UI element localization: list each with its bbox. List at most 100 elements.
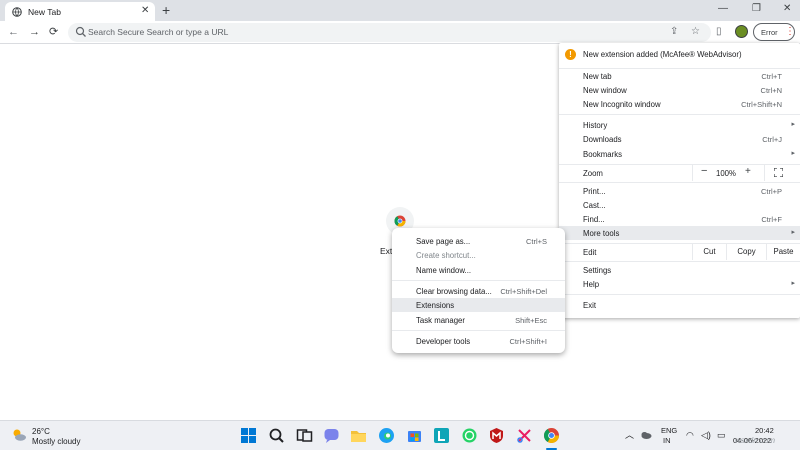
menu-item-exit[interactable]: Exit	[559, 298, 800, 312]
banner-text: New extension added (McAfee® WebAdvisor)	[583, 50, 742, 59]
edge-icon[interactable]	[378, 427, 395, 444]
zoom-label: Zoom	[583, 169, 603, 178]
submenu-item-label: Developer tools	[416, 337, 471, 346]
submenu-item-name-window[interactable]: Name window...	[392, 263, 565, 277]
menu-item-settings[interactable]: Settings	[559, 263, 800, 277]
menu-item-label: New tab	[583, 72, 612, 81]
tray-chevron-icon[interactable]: ︿	[625, 430, 634, 440]
copy-button[interactable]: Copy	[726, 244, 766, 260]
menu-divider	[559, 261, 800, 262]
menu-item-bookmarks[interactable]: Bookmarks ▸	[559, 147, 800, 161]
search-icon	[75, 26, 86, 37]
menu-item-shortcut: Ctrl+N	[760, 86, 782, 95]
menu-item-label: History	[583, 121, 608, 130]
menu-divider	[559, 294, 800, 295]
chat-icon[interactable]	[323, 427, 340, 444]
menu-item-help[interactable]: Help ▸	[559, 277, 800, 291]
menu-item-label: More tools	[583, 229, 620, 238]
chrome-menu: ! New extension added (McAfee® WebAdviso…	[559, 43, 800, 318]
submenu-item-task-manager[interactable]: Task manager Shift+Esc	[392, 313, 565, 327]
submenu-item-extensions[interactable]: Extensions	[392, 298, 565, 312]
clock-time[interactable]: 20:42	[755, 426, 774, 435]
task-view-icon[interactable]	[296, 427, 313, 444]
submenu-item-clear-browsing-data[interactable]: Clear browsing data... Ctrl+Shift+Del	[392, 284, 565, 298]
profile-avatar[interactable]	[735, 25, 748, 38]
paste-button[interactable]: Paste	[766, 244, 800, 260]
zoom-value: 100%	[716, 169, 736, 178]
onedrive-icon[interactable]	[640, 430, 652, 440]
submenu-arrow-icon: ▸	[791, 229, 795, 236]
zoom-out-button[interactable]: −	[692, 165, 716, 181]
menu-dots-icon: ⋮	[785, 26, 795, 37]
submenu-arrow-icon: ▸	[791, 150, 795, 157]
partly-cloudy-icon[interactable]	[11, 427, 27, 443]
volume-icon[interactable]: ◁)	[701, 430, 711, 440]
edit-row: Edit Cut Copy Paste	[559, 244, 800, 260]
fullscreen-button[interactable]	[764, 165, 800, 181]
zoom-row: Zoom − 100% +	[559, 165, 800, 181]
submenu-item-developer-tools[interactable]: Developer tools Ctrl+Shift+I	[392, 334, 565, 348]
back-icon[interactable]: ←	[8, 25, 19, 39]
submenu-divider	[392, 330, 565, 331]
menu-item-downloads[interactable]: Downloads Ctrl+J	[559, 132, 800, 146]
menu-item-history[interactable]: History ▸	[559, 118, 800, 132]
side-panel-icon[interactable]: ▯	[716, 25, 722, 38]
menu-item-new-window[interactable]: New window Ctrl+N	[559, 83, 800, 97]
new-tab-button[interactable]: +	[162, 2, 170, 18]
cut-button[interactable]: Cut	[692, 244, 726, 260]
close-tab-icon[interactable]: ✕	[141, 5, 149, 17]
warning-icon: !	[565, 49, 576, 60]
submenu-arrow-icon: ▸	[791, 280, 795, 287]
minimize-icon[interactable]: —	[718, 3, 728, 15]
app-l-icon[interactable]	[433, 427, 450, 444]
reload-icon[interactable]: ⟳	[49, 25, 58, 39]
search-icon[interactable]	[268, 427, 285, 444]
microsoft-store-icon[interactable]	[406, 427, 423, 444]
more-tools-submenu: Save page as... Ctrl+S Create shortcut..…	[392, 228, 565, 353]
share-icon[interactable]: ⇪	[670, 26, 678, 38]
submenu-item-label: Save page as...	[416, 237, 471, 246]
restore-icon[interactable]: ❐	[752, 3, 761, 15]
menu-item-new-tab[interactable]: New tab Ctrl+T	[559, 69, 800, 83]
close-window-icon[interactable]: ✕	[783, 3, 791, 15]
menu-item-find[interactable]: Find... Ctrl+F	[559, 212, 800, 226]
menu-item-label: Find...	[583, 215, 605, 224]
chrome-taskbar-icon[interactable]	[543, 427, 560, 444]
tab-new-tab[interactable]: New Tab ✕	[5, 2, 155, 21]
menu-item-print[interactable]: Print... Ctrl+P	[559, 184, 800, 198]
windows-start-icon[interactable]	[240, 427, 257, 444]
toolbar: ← → ⟳ Search Secure Search or type a URL…	[0, 21, 800, 44]
forward-icon[interactable]: →	[29, 25, 40, 39]
menu-item-new-incognito-window[interactable]: New Incognito window Ctrl+Shift+N	[559, 97, 800, 111]
bookmark-star-icon[interactable]: ☆	[691, 26, 700, 38]
tab-strip: New Tab ✕ + — ❐ ✕	[0, 0, 800, 21]
zoom-in-button[interactable]: +	[745, 166, 751, 177]
globe-icon	[12, 7, 22, 17]
menu-item-label: Cast...	[583, 201, 606, 210]
menu-item-label: New Incognito window	[583, 100, 661, 109]
menu-item-label: Print...	[583, 187, 606, 196]
menu-item-cast[interactable]: Cast...	[559, 198, 800, 212]
extension-added-banner[interactable]: ! New extension added (McAfee® WebAdviso…	[559, 43, 800, 67]
whatsapp-icon[interactable]	[461, 427, 478, 444]
taskbar: 26°C Mostly cloudy ︿ ENG IN ◠ ◁) ▭ 20:42…	[0, 420, 800, 450]
error-button[interactable]: Error ⋮	[753, 23, 795, 41]
wifi-icon[interactable]: ◠	[686, 430, 694, 440]
chrome-logo-icon	[394, 215, 406, 227]
submenu-divider	[392, 280, 565, 281]
submenu-item-save-page-as[interactable]: Save page as... Ctrl+S	[392, 234, 565, 248]
file-explorer-icon[interactable]	[350, 427, 367, 444]
menu-item-label: Help	[583, 280, 600, 289]
tab-title: New Tab	[28, 7, 61, 17]
omnibox[interactable]: Search Secure Search or type a URL ⇪ ☆	[68, 23, 711, 42]
battery-icon[interactable]: ▭	[717, 430, 726, 440]
snipping-tool-icon[interactable]	[516, 427, 533, 444]
watermark: wsxdn.com	[735, 436, 776, 445]
menu-item-more-tools[interactable]: More tools ▸	[559, 226, 800, 240]
mcafee-icon[interactable]	[488, 427, 505, 444]
submenu-item-create-shortcut[interactable]: Create shortcut...	[392, 248, 565, 262]
submenu-item-shortcut: Ctrl+S	[525, 237, 547, 246]
submenu-item-label: Name window...	[416, 266, 472, 275]
language-line1: ENG	[661, 426, 678, 435]
submenu-item-shortcut: Ctrl+Shift+Del	[500, 287, 547, 296]
